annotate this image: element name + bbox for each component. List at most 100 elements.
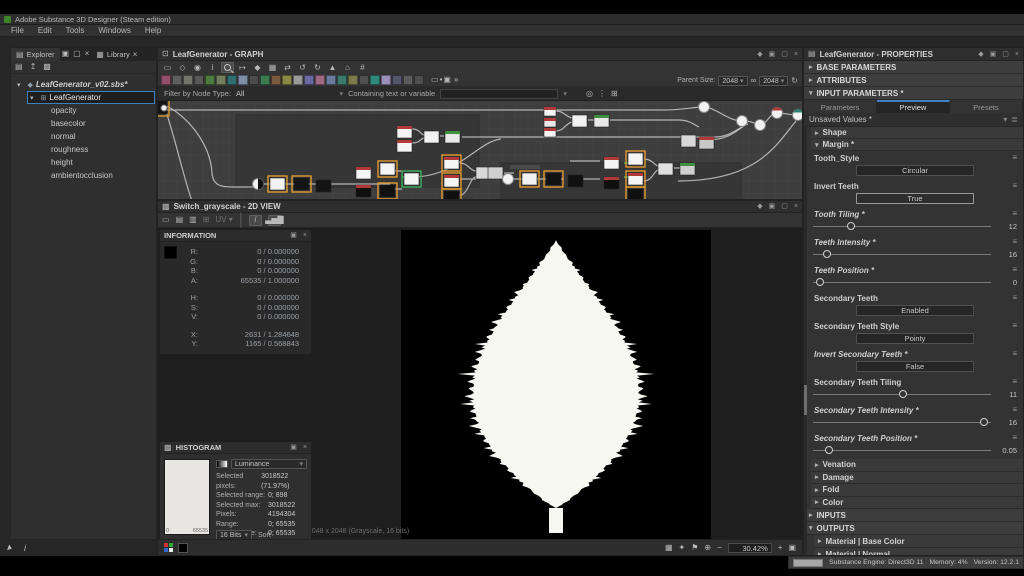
pan-icon[interactable]: ◇ [176, 62, 189, 73]
maximize-icon[interactable]: ▢ [71, 48, 83, 61]
param-button-invert-teeth[interactable]: True [856, 193, 974, 204]
node-type-icon-21[interactable] [392, 75, 402, 85]
flag-icon[interactable]: ⚑ [691, 542, 698, 554]
graph-search-input[interactable] [440, 89, 558, 99]
compact-node-icon[interactable]: ◆ [251, 62, 264, 73]
node-type-icon-20[interactable] [381, 75, 391, 85]
scrollbar-thumb[interactable] [804, 385, 807, 415]
param-button-secondary-teeth-style[interactable]: Pointy [856, 333, 974, 344]
link-create-icon[interactable]: ↦ [236, 62, 249, 73]
visibility-icon[interactable]: ◎ [586, 88, 593, 100]
node-type-icon-18[interactable] [359, 75, 369, 85]
node-type-icon-7[interactable] [238, 75, 248, 85]
menu-help[interactable]: Help [138, 26, 168, 35]
dot-node-icon[interactable]: • [440, 74, 443, 86]
node-info-icon[interactable]: i [206, 62, 219, 73]
cursor-tool-icon[interactable]: ✦ [679, 542, 686, 554]
slider-handle[interactable] [847, 222, 855, 230]
grid-snap-icon[interactable]: ▦ [266, 62, 279, 73]
import-icon[interactable]: ▩ [43, 61, 51, 73]
slider-handle[interactable] [823, 250, 831, 258]
node-type-icon-8[interactable] [249, 75, 259, 85]
save-image-icon[interactable]: ▤ [176, 214, 184, 226]
backtrack-icon[interactable]: ↺ [296, 62, 309, 73]
node-type-icon-3[interactable] [194, 75, 204, 85]
preset-menu-icon[interactable]: ≣ [1011, 115, 1018, 124]
pin-icon[interactable]: ◆ [757, 48, 762, 61]
tab-parameters[interactable]: Parameters [804, 100, 877, 113]
search-icon[interactable] [221, 62, 234, 73]
tree-item-output-opacity[interactable]: opacity [11, 104, 156, 117]
channel-select[interactable]: Luminance▾ [216, 459, 307, 469]
section-base-parameters[interactable]: ▸BASE PARAMETERS [804, 61, 1023, 74]
link-lock-icon[interactable]: ∞ [751, 75, 757, 87]
param-button-invert-secondary-teeth[interactable]: False [856, 361, 974, 372]
save-icon[interactable]: ▤ [15, 61, 23, 73]
param-menu-icon[interactable]: ≡ [1012, 237, 1017, 246]
transform-icon[interactable]: ⊞ [203, 214, 210, 226]
menu-edit[interactable]: Edit [31, 26, 59, 35]
camera-lock-icon[interactable]: ▣ [788, 542, 796, 554]
channels-icon[interactable] [164, 543, 173, 552]
menu-file[interactable]: File [4, 26, 31, 35]
param-button-secondary-teeth[interactable]: Enabled [856, 305, 974, 316]
slider-track[interactable] [813, 422, 991, 423]
node-type-icon-11[interactable] [282, 75, 292, 85]
parent-height-select[interactable]: 2048▾ [759, 76, 788, 86]
tree-item-output-normal[interactable]: normal [11, 130, 156, 143]
close-icon[interactable]: × [303, 229, 307, 242]
slider-handle[interactable] [816, 278, 824, 286]
comment-icon[interactable]: ▭ [431, 74, 439, 86]
node-type-icon-19[interactable] [370, 75, 380, 85]
node-type-icon-10[interactable] [271, 75, 281, 85]
sort-label[interactable]: Sort [258, 532, 271, 539]
new-image-icon[interactable]: ▭ [162, 214, 170, 226]
marquee-select-icon[interactable]: ▭ [161, 62, 174, 73]
reset-size-icon[interactable]: ↻ [791, 75, 798, 87]
slider-handle[interactable] [980, 418, 988, 426]
close-icon[interactable]: × [133, 49, 138, 61]
close-icon[interactable]: × [794, 200, 798, 213]
node-type-icon-0[interactable] [161, 75, 171, 85]
param-menu-icon[interactable]: ≡ [1012, 153, 1017, 162]
param-menu-icon[interactable]: ≡ [1012, 405, 1017, 414]
cursor-icon[interactable] [7, 544, 13, 551]
zoom-in-icon[interactable]: + [778, 542, 783, 554]
chevron-down-icon[interactable]: ▾ [563, 89, 567, 98]
maximize-icon[interactable]: ▢ [781, 48, 788, 61]
section-outputs[interactable]: ▾OUTPUTS [804, 522, 1023, 535]
tab-library[interactable]: ▦ Library × [91, 48, 142, 61]
float-icon[interactable]: ▣ [290, 229, 297, 242]
tab-preview[interactable]: Preview [877, 100, 950, 113]
param-menu-icon[interactable]: ≡ [1012, 209, 1017, 218]
scrollbar[interactable] [804, 127, 807, 555]
uv-toggle[interactable]: UV ▾ [215, 214, 232, 226]
filter-value[interactable]: All [236, 89, 244, 98]
slider-track[interactable] [813, 450, 991, 451]
tree-item-graph[interactable]: ▾⊞LeafGenerator [27, 91, 155, 104]
close-icon[interactable]: × [794, 48, 798, 61]
slider-track[interactable] [813, 282, 991, 283]
param-menu-icon[interactable]: ≡ [1012, 293, 1017, 302]
tree-item-output-roughness[interactable]: roughness [11, 143, 156, 156]
info-toggle-icon[interactable]: i [249, 215, 262, 226]
chevron-down-icon[interactable]: ▾ [339, 89, 343, 98]
maximize-icon[interactable]: ▢ [781, 200, 788, 213]
close-icon[interactable]: × [83, 48, 92, 61]
tree-item-package[interactable]: ▾◆LeafGenerator_v02.sbs* [11, 78, 156, 91]
chevron-down-icon[interactable]: ▾ [17, 81, 21, 89]
param-menu-icon[interactable]: ≡ [1012, 321, 1017, 330]
tree-item-output-ambientocclusion[interactable]: ambientocclusion [11, 169, 156, 182]
subsection-shape[interactable]: ▸Shape [811, 127, 1023, 139]
section-input-parameters-[interactable]: ▾INPUT PARAMETERS * [804, 87, 1023, 100]
float-icon[interactable]: ▣ [60, 48, 72, 61]
node-type-icon-6[interactable] [227, 75, 237, 85]
node-type-icon-15[interactable] [326, 75, 336, 85]
tree-item-output-basecolor[interactable]: basecolor [11, 117, 156, 130]
zoom-value[interactable]: 30.42% [728, 543, 772, 553]
node-type-icon-12[interactable] [293, 75, 303, 85]
float-icon[interactable]: ▣ [769, 200, 776, 213]
parent-width-select[interactable]: 2048▾ [718, 76, 747, 86]
align-icon[interactable]: ▲ [326, 62, 339, 73]
preset-dropdown[interactable]: Unsaved Values * [809, 115, 872, 124]
